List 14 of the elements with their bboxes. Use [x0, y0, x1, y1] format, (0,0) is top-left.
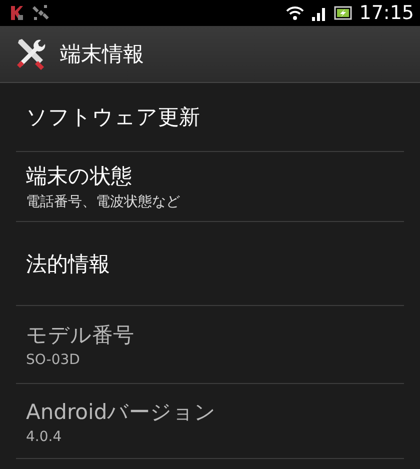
item-summary: 電話番号、電波状態など [26, 193, 181, 211]
satellite-icon [32, 4, 50, 22]
item-title: モデル番号 [26, 322, 135, 349]
item-title: ソフトウェア更新 [26, 104, 201, 131]
item-title: Androidバージョン [26, 398, 218, 426]
item-summary: SO-03D [26, 352, 81, 368]
item-title: 端末の状態 [26, 163, 133, 190]
signal-icon [311, 6, 328, 20]
screen-title: 端末情報 [60, 41, 144, 68]
item-title: 法的情報 [26, 250, 111, 278]
item-summary: 4.0.4 [26, 428, 63, 444]
clock-time: 17:15 [359, 2, 414, 24]
wifi-icon [286, 6, 304, 20]
battery-icon [334, 6, 352, 20]
